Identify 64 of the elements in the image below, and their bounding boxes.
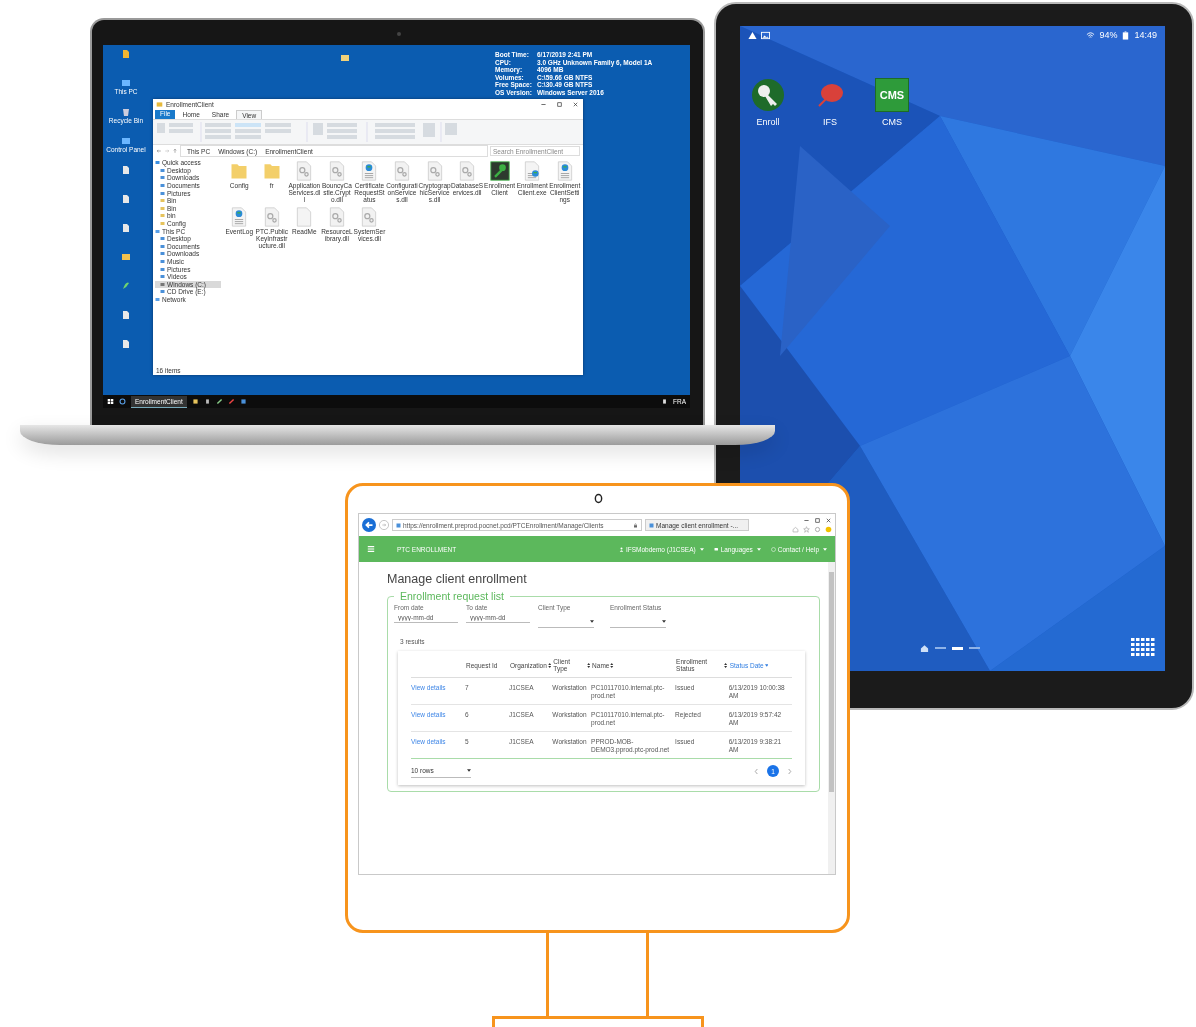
page-title: Manage client enrollment: [387, 572, 528, 586]
desktop-app-icon[interactable]: [121, 339, 131, 349]
page-icon: [649, 522, 654, 528]
desktop-app-icon[interactable]: [121, 194, 131, 204]
user-icon: [618, 546, 624, 552]
help-icon: [770, 546, 776, 552]
sort-descending-icon: [764, 662, 769, 668]
desktop-app-icon[interactable]: [121, 136, 131, 146]
lock-icon: [633, 522, 638, 528]
app-shortcut[interactable]: CMS CMS: [872, 78, 912, 127]
maximize-icon[interactable]: [814, 517, 821, 524]
desktop-app-icon[interactable]: [121, 281, 131, 291]
maximize-icon[interactable]: [555, 101, 564, 108]
key-icon: [489, 161, 510, 181]
chat-icon: [713, 546, 719, 552]
page-indicator[interactable]: [952, 646, 963, 650]
camera-icon: [594, 493, 603, 504]
sort-icon: [547, 662, 552, 668]
browser-icon[interactable]: [119, 398, 126, 405]
desktop-app-icon[interactable]: [121, 165, 131, 175]
up-arrow-icon[interactable]: [172, 148, 178, 154]
battery-icon: [1121, 30, 1131, 40]
close-icon[interactable]: [571, 101, 580, 108]
battery-percent: 94%: [1099, 30, 1118, 40]
app-grid-icon[interactable]: [1131, 638, 1155, 658]
panel-title: Enrollment request list: [399, 590, 505, 602]
caret-icon: [590, 619, 594, 623]
folder-icon: [156, 101, 163, 108]
minimize-icon[interactable]: [803, 517, 810, 524]
caret-icon: [467, 769, 471, 772]
star-icon[interactable]: [803, 526, 810, 533]
scrollbar[interactable]: [828, 562, 835, 874]
image-icon: [761, 30, 770, 40]
app-shortcut[interactable]: Enroll: [748, 78, 788, 127]
home-icon[interactable]: [920, 643, 929, 653]
sort-icon: [586, 662, 591, 668]
back-button-icon[interactable]: [362, 518, 376, 532]
minimize-icon[interactable]: [539, 101, 548, 108]
page-icon: [396, 522, 401, 528]
desktop-app-icon[interactable]: [121, 78, 131, 88]
sort-icon: [610, 662, 614, 668]
app-shortcut[interactable]: IFS: [810, 78, 850, 127]
folder-icon: [229, 161, 250, 181]
menu-icon[interactable]: [367, 545, 375, 553]
caret-icon: [823, 547, 827, 551]
close-icon[interactable]: [825, 517, 832, 524]
caret-icon: [756, 547, 761, 551]
desktop-app-icon[interactable]: [121, 223, 131, 233]
clock-time: 14:49: [1134, 30, 1157, 40]
key-icon: [751, 78, 785, 112]
sort-icon: [724, 662, 728, 668]
caret-icon: [662, 619, 666, 623]
gear-document-icon: [392, 161, 412, 181]
warning-icon: [748, 30, 757, 40]
wifi-icon: [1086, 30, 1096, 40]
desktop-app-icon[interactable]: [121, 49, 131, 59]
desktop-app-icon[interactable]: [121, 310, 131, 320]
folder-icon[interactable]: [340, 53, 350, 63]
desktop-app-icon[interactable]: [121, 252, 131, 262]
app-tile-icon: CMS: [875, 78, 909, 112]
desktop-app-icon[interactable]: [121, 107, 131, 117]
tray-icon[interactable]: [661, 398, 668, 405]
caret-icon: [699, 547, 704, 551]
windows-logo-icon[interactable]: [107, 398, 114, 405]
